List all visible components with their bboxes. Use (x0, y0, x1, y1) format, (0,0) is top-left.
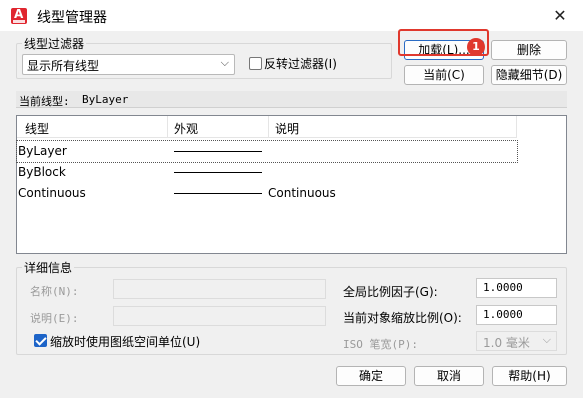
list-item[interactable]: ByBlock (17, 162, 517, 183)
global-scale-input[interactable]: 1.0000 (476, 278, 557, 298)
invert-filter-checkbox[interactable] (249, 57, 262, 70)
autocad-app-icon: A (11, 8, 27, 24)
iso-pen-width-label: ISO 笔宽(P): (343, 338, 418, 351)
continuous-line-preview (174, 172, 262, 173)
paper-space-units-checkbox[interactable] (34, 334, 47, 347)
list-item[interactable]: Continuous Continuous (17, 183, 517, 204)
linetype-list[interactable]: 线型 外观 说明 ByLayer ByBlock Continuous Cont… (16, 115, 567, 254)
chevron-down-icon: ⌵ (220, 56, 229, 69)
linetype-filter-label: 线型过滤器 (22, 35, 87, 52)
current-object-scale-label: 当前对象缩放比例(O): (343, 311, 462, 325)
title-bar: A 线型管理器 ✕ (0, 0, 583, 32)
column-header-linetype[interactable]: 线型 (25, 120, 49, 137)
ok-button[interactable]: 确定 (336, 366, 406, 386)
step-badge: 1 (467, 38, 485, 56)
window-title: 线型管理器 (37, 10, 107, 26)
details-label: 详细信息 (22, 259, 75, 276)
continuous-line-preview (174, 193, 262, 194)
cancel-button[interactable]: 取消 (414, 366, 484, 386)
column-header-appearance[interactable]: 外观 (174, 120, 198, 137)
paper-space-units-label: 缩放时使用图纸空间单位(U) (50, 335, 201, 349)
linetype-filter-select[interactable]: 显示所有线型 ⌵ (22, 54, 235, 75)
description-field (113, 306, 326, 326)
description-label: 说明(E): (30, 312, 79, 325)
help-button[interactable]: 帮助(H) (492, 366, 567, 386)
list-header: 线型 外观 说明 (17, 116, 517, 138)
chevron-down-icon: ⌵ (542, 333, 551, 346)
column-header-description[interactable]: 说明 (275, 120, 299, 137)
invert-filter-label: 反转过滤器(I) (264, 57, 337, 71)
delete-button[interactable]: 删除 (491, 40, 567, 60)
name-field (113, 279, 326, 299)
current-linetype-label: 当前线型: ByLayer (16, 91, 567, 108)
set-current-button[interactable]: 当前(C) (404, 65, 484, 85)
name-label: 名称(N): (30, 285, 79, 298)
list-item[interactable]: ByLayer (16, 140, 518, 163)
current-object-scale-input[interactable]: 1.0000 (476, 305, 557, 325)
hide-details-button[interactable]: 隐藏细节(D) (491, 65, 567, 85)
current-linetype-value: ByLayer (82, 93, 129, 106)
close-icon[interactable]: ✕ (549, 5, 571, 27)
continuous-line-preview (174, 151, 262, 152)
global-scale-label: 全局比例因子(G): (343, 285, 438, 299)
iso-pen-width-select: 1.0 毫米 ⌵ (476, 331, 557, 351)
